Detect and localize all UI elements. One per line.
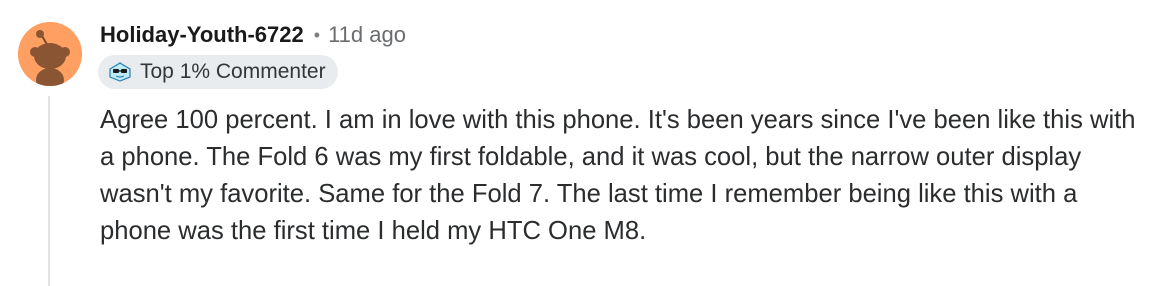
comment-header: Holiday-Youth-6722 • 11d ago	[100, 20, 406, 50]
badge-label: Top 1% Commenter	[140, 60, 326, 83]
comment-body: Agree 100 percent. I am in love with thi…	[100, 106, 1136, 245]
top-commenter-badge[interactable]: Top 1% Commenter	[98, 55, 338, 89]
avatar[interactable]	[18, 22, 82, 86]
top-commenter-icon	[108, 61, 132, 83]
comment: Holiday-Youth-6722 • 11d ago Top 1% Comm…	[0, 0, 1172, 286]
username-link[interactable]: Holiday-Youth-6722	[100, 22, 304, 48]
snoo-avatar-icon	[18, 22, 82, 86]
timestamp[interactable]: 11d ago	[328, 22, 406, 48]
separator-dot: •	[313, 24, 321, 45]
thread-line[interactable]	[48, 96, 50, 286]
